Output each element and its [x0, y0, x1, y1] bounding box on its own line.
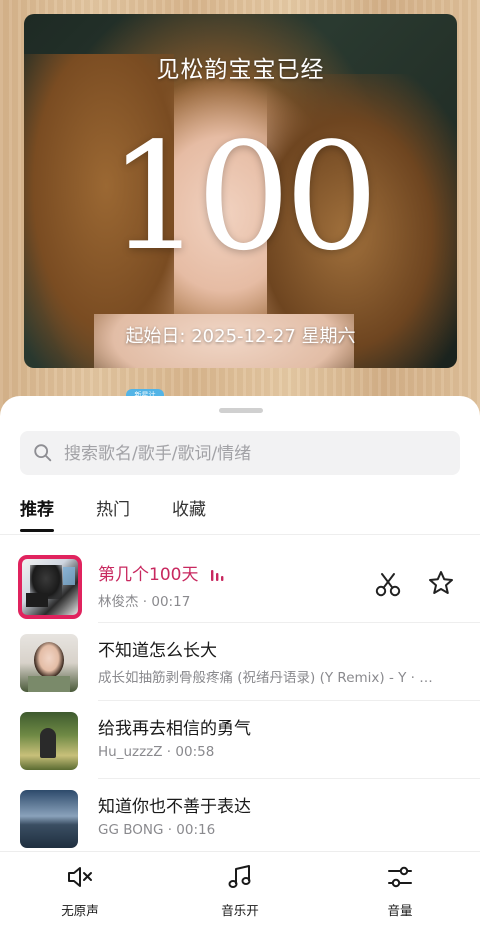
photo-title: 见松韵宝宝已经	[156, 57, 325, 83]
tab-bar: 推荐 热门 收藏	[20, 496, 460, 536]
song-cover	[20, 634, 78, 692]
start-date: 起始日: 2025-12-27 星期六	[125, 326, 356, 347]
tabs-divider	[0, 534, 480, 535]
music-label: 音乐开	[221, 903, 259, 918]
song-row[interactable]: 不知道怎么长大 成长如抽筋剥骨般疼痛 (祝绪丹语录) (Y Remix) - Y…	[0, 624, 480, 702]
equalizer-icon	[210, 570, 224, 581]
song-divider	[98, 700, 480, 701]
search-icon	[34, 444, 52, 462]
song-cover	[18, 555, 82, 619]
song-title: 知道你也不善于表达	[98, 797, 251, 817]
tab-hot[interactable]: 热门	[96, 496, 130, 532]
song-row[interactable]: 第几个100天 林俊杰 · 00:17	[0, 546, 480, 624]
mute-label: 无原声	[61, 903, 99, 918]
search-bar[interactable]	[20, 431, 460, 477]
tab-recommend[interactable]: 推荐	[20, 496, 54, 532]
tab-label: 热门	[96, 500, 130, 520]
tab-label: 推荐	[20, 500, 54, 520]
song-meta: Hu_uzzzZ · 00:58	[98, 744, 215, 760]
song-row[interactable]: 给我再去相信的勇气 Hu_uzzzZ · 00:58	[0, 702, 480, 780]
speaker-mute-icon	[68, 867, 92, 887]
music-note-icon	[228, 865, 251, 888]
song-title: 给我再去相信的勇气	[98, 719, 251, 739]
mute-original-button[interactable]: 无原声	[30, 862, 130, 919]
tab-label: 收藏	[172, 500, 206, 520]
bottom-toolbar: 无原声 音乐开 音量	[0, 851, 480, 940]
song-cover	[20, 790, 78, 848]
song-meta: GG BONG · 00:16	[98, 822, 216, 838]
search-input[interactable]	[62, 431, 446, 477]
day-counter: 100	[108, 111, 379, 283]
photo-card: 见松韵宝宝已经 100 起始日: 2025-12-27 星期六	[24, 14, 457, 368]
volume-label: 音量	[387, 903, 413, 918]
song-meta: 成长如抽筋剥骨般疼痛 (祝绪丹语录) (Y Remix) - Y · …	[98, 670, 433, 686]
volume-button[interactable]: 音量	[350, 862, 450, 919]
tab-favorites[interactable]: 收藏	[172, 496, 206, 532]
star-icon[interactable]	[427, 569, 455, 597]
song-divider	[98, 778, 480, 779]
scissors-icon[interactable]	[374, 570, 402, 598]
song-row[interactable]: 知道你也不善于表达 GG BONG · 00:16	[0, 780, 480, 858]
music-toggle-button[interactable]: 音乐开	[190, 862, 290, 919]
tab-active-indicator	[20, 529, 54, 532]
song-meta: 林俊杰 · 00:17	[98, 594, 191, 610]
song-divider	[98, 622, 480, 623]
song-title: 不知道怎么长大	[98, 641, 217, 661]
song-cover	[20, 712, 78, 770]
music-bottom-sheet: 推荐 热门 收藏 第几个100天 林俊杰 · 00:17	[0, 396, 480, 940]
song-title-text: 第几个100天	[98, 565, 199, 585]
song-title: 第几个100天	[98, 560, 224, 585]
sliders-icon	[388, 866, 412, 888]
drag-handle[interactable]	[219, 408, 263, 413]
